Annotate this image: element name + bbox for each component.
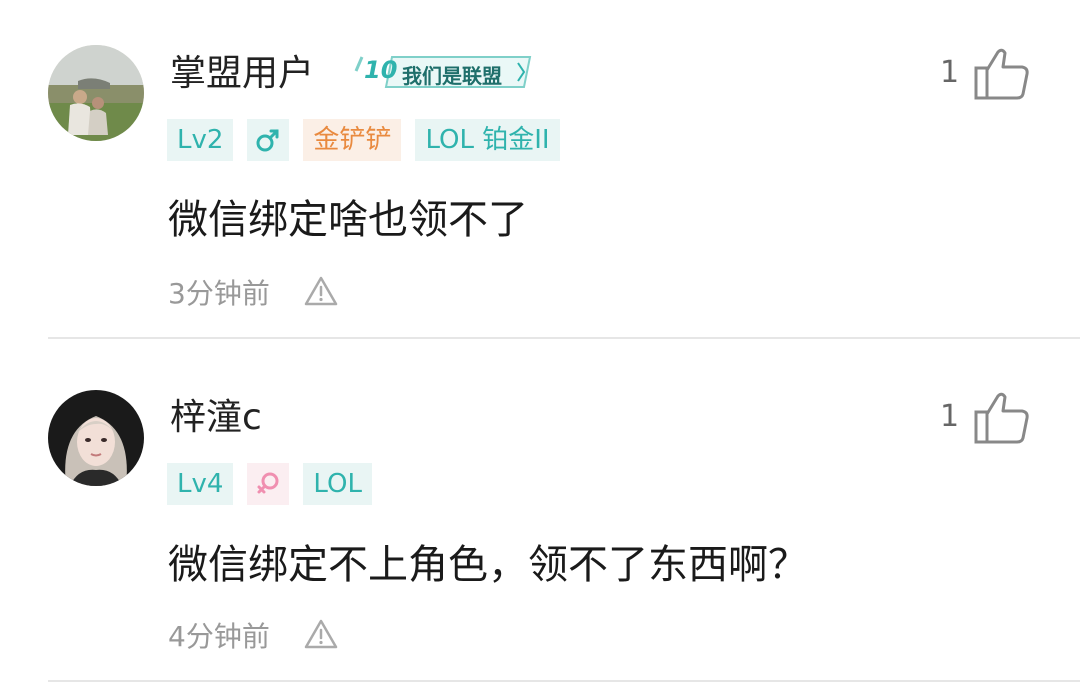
timestamp: 4分钟前 (168, 620, 270, 653)
level-badge: Lv4 (167, 463, 234, 505)
medal-text: 我们是联盟 (402, 64, 502, 88)
thumbs-up-icon[interactable] (972, 390, 1032, 446)
medal-badge[interactable]: 10 我们是联盟 (352, 53, 532, 91)
game-badge: LOL 铂金II (415, 119, 560, 161)
comment-text: 微信绑定不上角色，领不了东西啊？ (168, 542, 808, 588)
username[interactable]: 掌盟用户 (170, 56, 314, 92)
like-count: 1 (940, 55, 960, 90)
divider (48, 337, 1080, 339)
game-badge: LOL (303, 463, 372, 505)
timestamp: 3分钟前 (168, 277, 270, 310)
avatar[interactable] (48, 45, 144, 141)
comment-text: 微信绑定啥也领不了 (168, 197, 528, 243)
divider (48, 680, 1080, 682)
badge-row: Lv2 金铲铲 LOL 铂金II (167, 119, 560, 161)
report-warning-icon[interactable] (304, 619, 338, 649)
male-icon (247, 119, 290, 161)
username[interactable]: 梓潼c (170, 400, 262, 436)
avatar[interactable] (48, 390, 144, 486)
like-count: 1 (940, 399, 960, 434)
report-warning-icon[interactable] (304, 276, 338, 306)
thumbs-up-icon[interactable] (972, 46, 1032, 102)
medal-number: 10 (364, 56, 398, 84)
badge-row: Lv4 LOL (167, 463, 372, 505)
female-icon (247, 463, 290, 505)
level-badge: Lv2 (167, 119, 234, 161)
rank-badge: 金铲铲 (303, 119, 402, 161)
